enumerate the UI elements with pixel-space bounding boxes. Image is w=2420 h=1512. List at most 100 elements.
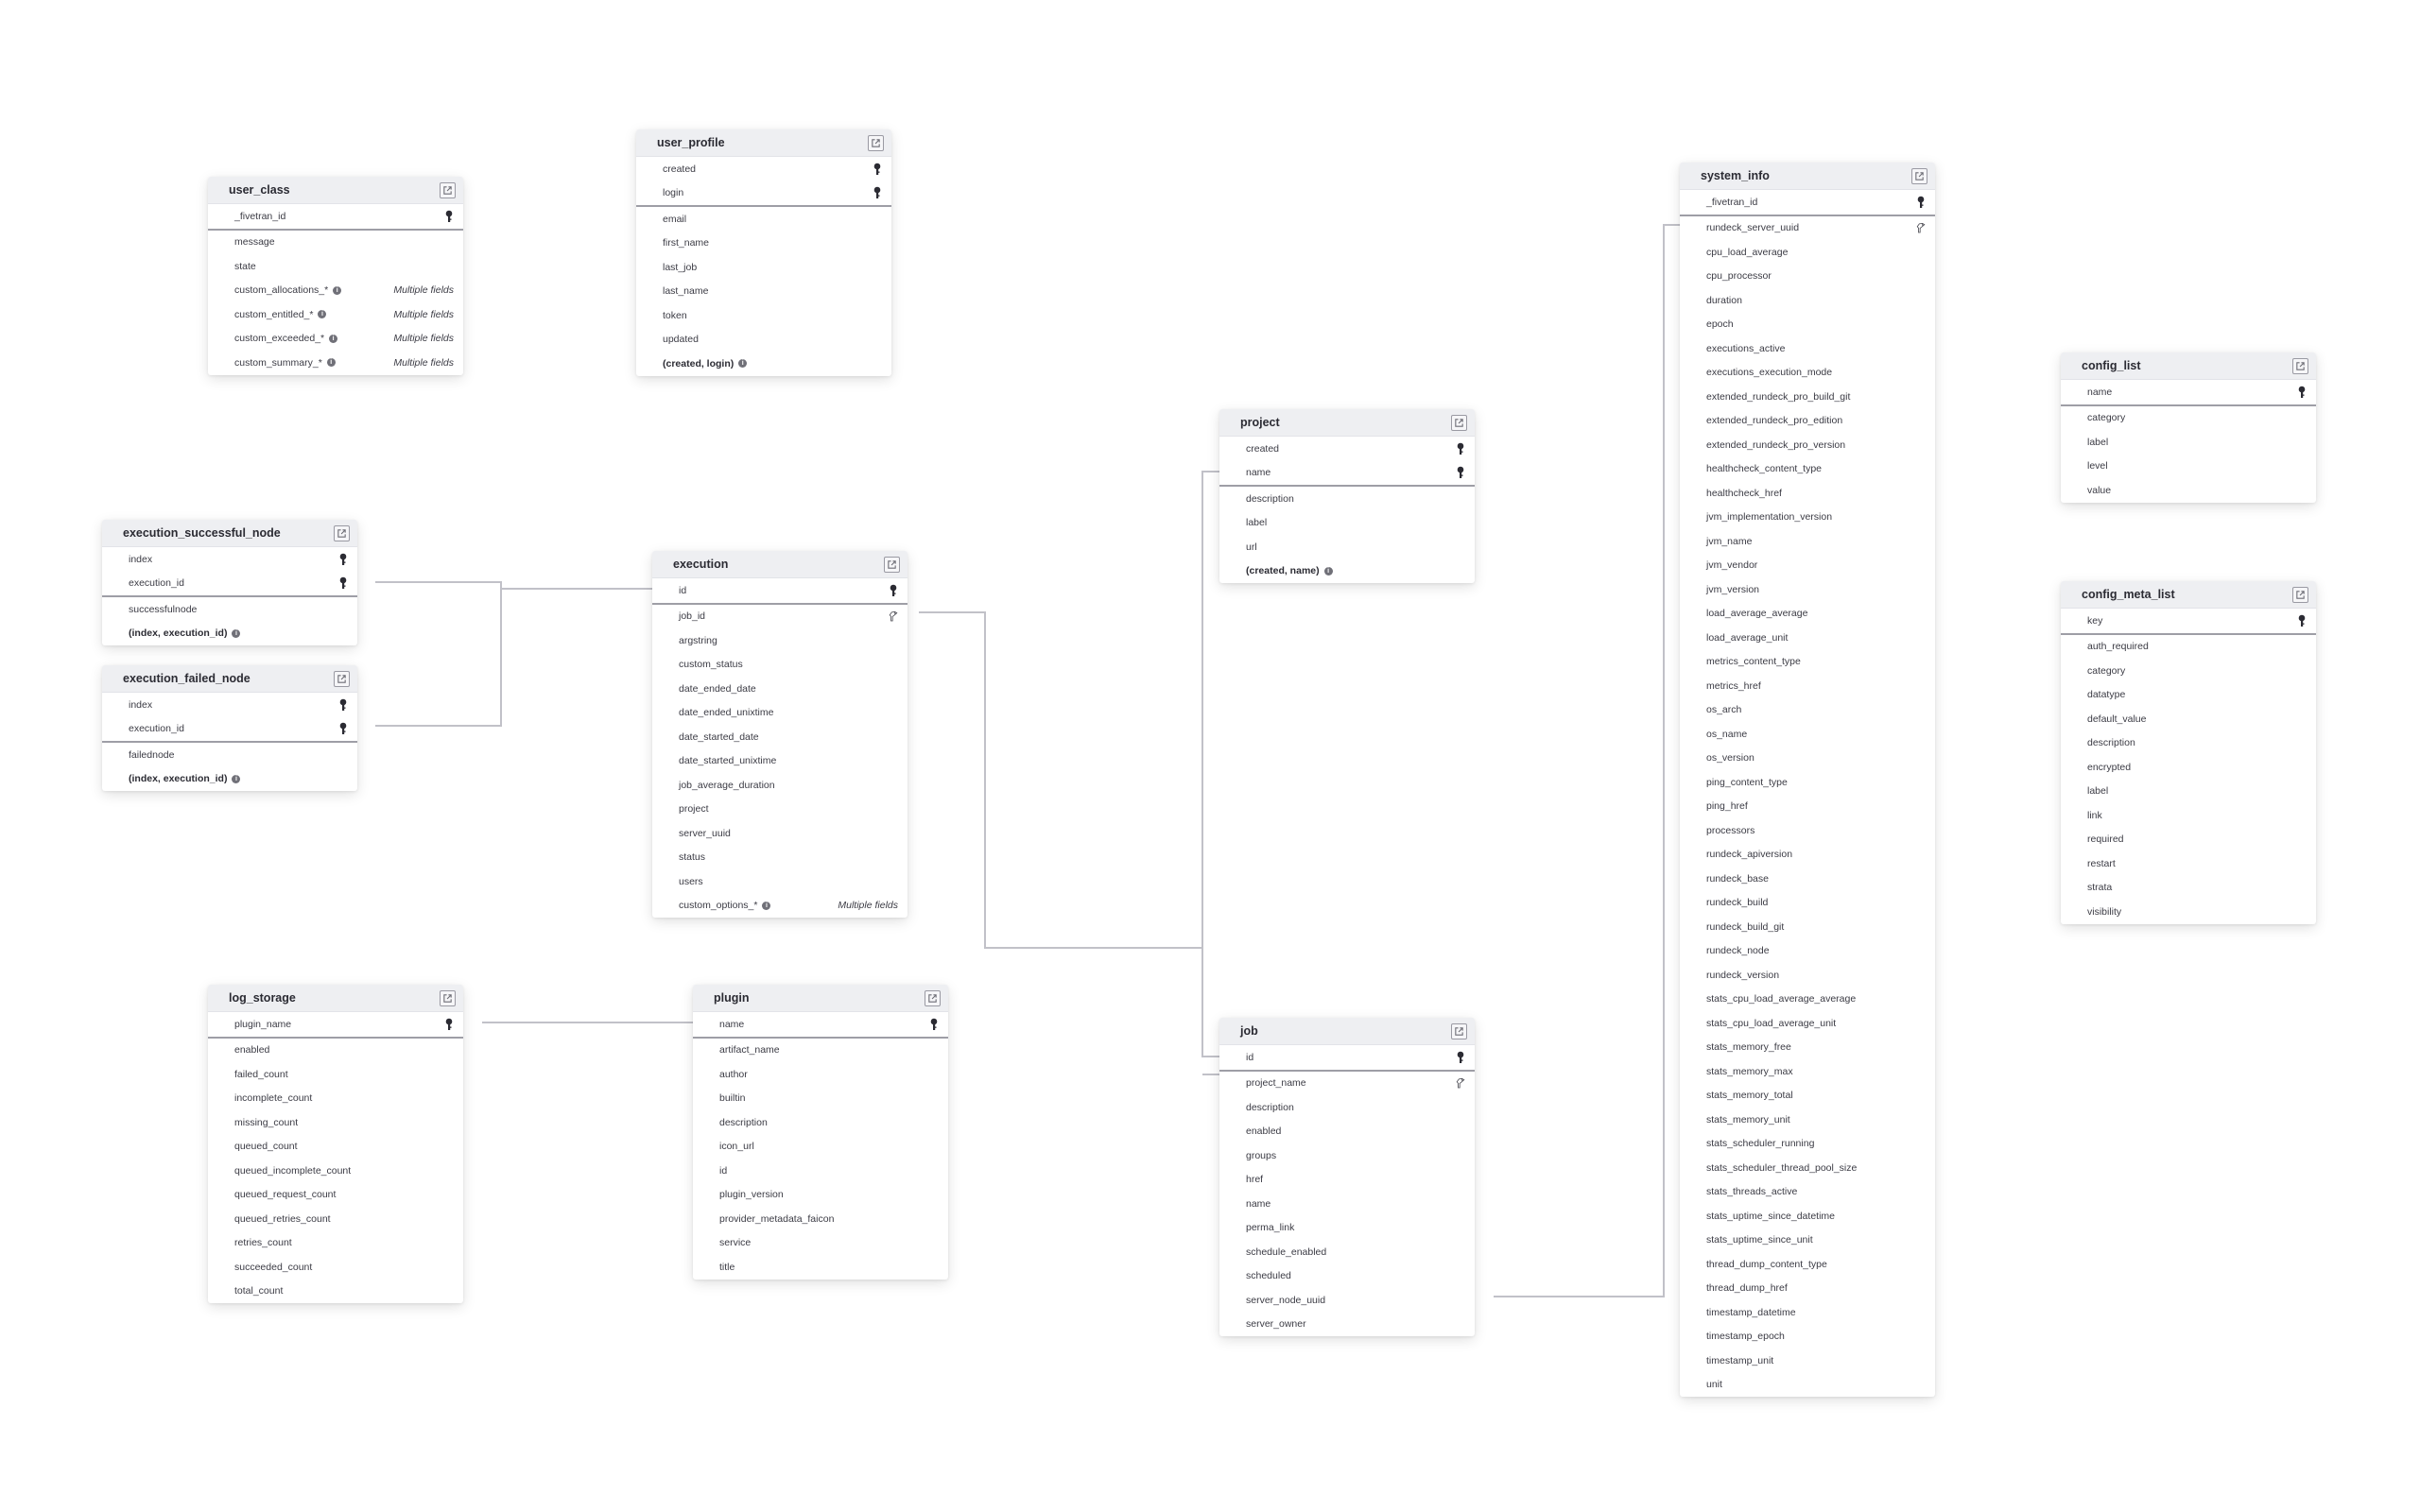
column-row[interactable]: token (636, 303, 891, 328)
column-row[interactable]: ping_href (1680, 795, 1935, 819)
column-row[interactable]: strata (2061, 876, 2316, 901)
column-row[interactable]: timestamp_unit (1680, 1349, 1935, 1373)
column-row[interactable]: execution_id (102, 717, 357, 742)
column-row[interactable]: queued_count (208, 1135, 463, 1160)
column-row[interactable]: date_started_unixtime (652, 749, 908, 774)
column-row[interactable]: extended_rundeck_pro_build_git (1680, 385, 1935, 409)
column-row[interactable]: rundeck_build (1680, 891, 1935, 916)
column-row[interactable]: encrypted (2061, 755, 2316, 780)
column-row[interactable]: name (1219, 1192, 1475, 1216)
column-row[interactable]: provider_metadata_faicon (693, 1207, 948, 1231)
column-row[interactable]: stats_cpu_load_average_average (1680, 988, 1935, 1012)
column-row[interactable]: os_name (1680, 722, 1935, 747)
column-row[interactable]: href (1219, 1168, 1475, 1193)
column-row[interactable]: date_ended_date (652, 677, 908, 701)
column-row[interactable]: metrics_href (1680, 674, 1935, 698)
info-icon[interactable]: i (738, 359, 748, 369)
column-row[interactable]: first_name (636, 232, 891, 256)
column-row[interactable]: server_owner (1219, 1313, 1475, 1337)
column-row[interactable]: name (693, 1012, 948, 1037)
column-row[interactable]: message (208, 231, 463, 255)
column-row[interactable]: rundeck_base (1680, 867, 1935, 891)
column-row[interactable]: key (2061, 609, 2316, 633)
column-row[interactable]: jvm_vendor (1680, 554, 1935, 578)
column-row[interactable]: plugin_version (693, 1183, 948, 1208)
info-icon[interactable]: i (232, 774, 241, 783)
column-row[interactable]: failed_count (208, 1062, 463, 1087)
column-row[interactable]: stats_memory_total (1680, 1084, 1935, 1108)
column-row[interactable]: stats_uptime_since_datetime (1680, 1204, 1935, 1228)
column-row[interactable]: healthcheck_content_type (1680, 457, 1935, 482)
column-row[interactable]: project (652, 798, 908, 822)
column-row[interactable]: failednode (102, 743, 357, 767)
column-row[interactable]: load_average_unit (1680, 626, 1935, 650)
column-row[interactable]: created (1219, 437, 1475, 461)
column-row[interactable]: last_job (636, 255, 891, 280)
column-row[interactable]: extended_rundeck_pro_version (1680, 433, 1935, 457)
column-row[interactable]: executions_active (1680, 336, 1935, 361)
column-row[interactable]: rundeck_apiversion (1680, 843, 1935, 868)
open-table-button[interactable] (440, 989, 456, 1006)
open-table-button[interactable] (868, 134, 884, 151)
column-row[interactable]: thread_dump_href (1680, 1277, 1935, 1301)
column-row[interactable]: date_ended_unixtime (652, 701, 908, 726)
column-row[interactable]: argstring (652, 628, 908, 653)
column-row[interactable]: custom_status (652, 653, 908, 678)
column-row[interactable]: execution_id (102, 572, 357, 596)
column-row[interactable]: description (1219, 487, 1475, 511)
column-row[interactable]: stats_cpu_load_average_unit (1680, 1011, 1935, 1036)
column-row[interactable]: server_uuid (652, 821, 908, 846)
column-row[interactable]: server_node_uuid (1219, 1288, 1475, 1313)
column-row[interactable]: _fivetran_id (208, 204, 463, 229)
column-row[interactable]: author (693, 1062, 948, 1087)
column-row[interactable]: extended_rundeck_pro_edition (1680, 409, 1935, 434)
column-row[interactable]: plugin_name (208, 1012, 463, 1037)
column-row[interactable]: retries_count (208, 1231, 463, 1256)
info-icon[interactable]: i (333, 285, 342, 295)
column-row[interactable]: description (693, 1110, 948, 1135)
column-row[interactable]: id (652, 578, 908, 603)
column-row[interactable]: enabled (208, 1039, 463, 1063)
column-row[interactable]: jvm_name (1680, 529, 1935, 554)
column-row[interactable]: incomplete_count (208, 1087, 463, 1111)
column-row[interactable]: service (693, 1231, 948, 1256)
column-row[interactable]: users (652, 869, 908, 894)
column-row[interactable]: login (636, 181, 891, 206)
column-row[interactable]: timestamp_epoch (1680, 1325, 1935, 1349)
column-row[interactable]: processors (1680, 818, 1935, 843)
open-table-button[interactable] (440, 181, 456, 198)
column-row[interactable]: custom_entitled_* i Multiple fields (208, 302, 463, 327)
column-row[interactable]: custom_allocations_* i Multiple fields (208, 279, 463, 303)
column-row[interactable]: timestamp_datetime (1680, 1300, 1935, 1325)
open-table-button[interactable] (2292, 357, 2308, 374)
column-row[interactable]: queued_request_count (208, 1183, 463, 1208)
column-row[interactable]: healthcheck_href (1680, 481, 1935, 506)
open-table-button[interactable] (334, 524, 350, 541)
column-row[interactable]: visibility (2061, 900, 2316, 924)
column-row[interactable]: required (2061, 828, 2316, 852)
column-row[interactable]: custom_summary_* i Multiple fields (208, 351, 463, 375)
open-table-button[interactable] (884, 556, 900, 573)
column-row[interactable]: succeeded_count (208, 1255, 463, 1280)
column-row[interactable]: artifact_name (693, 1039, 948, 1063)
column-row[interactable]: custom_options_* i Multiple fields (652, 894, 908, 919)
column-row[interactable]: (created, login) i (636, 352, 891, 376)
column-row[interactable]: executions_execution_mode (1680, 361, 1935, 386)
open-table-button[interactable] (2292, 586, 2308, 603)
column-row[interactable]: index (102, 693, 357, 717)
column-row[interactable]: perma_link (1219, 1216, 1475, 1241)
column-row[interactable]: link (2061, 803, 2316, 828)
column-row[interactable]: id (693, 1159, 948, 1183)
column-row[interactable]: schedule_enabled (1219, 1240, 1475, 1264)
column-row[interactable]: groups (1219, 1143, 1475, 1168)
column-row[interactable]: stats_threads_active (1680, 1180, 1935, 1205)
open-table-button[interactable] (1911, 167, 1927, 184)
column-row[interactable]: rundeck_server_uuid (1680, 216, 1935, 241)
column-row[interactable]: builtin (693, 1087, 948, 1111)
column-row[interactable]: title (693, 1255, 948, 1280)
column-row[interactable]: stats_memory_free (1680, 1036, 1935, 1060)
column-row[interactable]: category (2061, 659, 2316, 683)
open-table-button[interactable] (334, 670, 350, 687)
column-row[interactable]: label (2061, 780, 2316, 804)
column-row[interactable]: rundeck_build_git (1680, 915, 1935, 939)
